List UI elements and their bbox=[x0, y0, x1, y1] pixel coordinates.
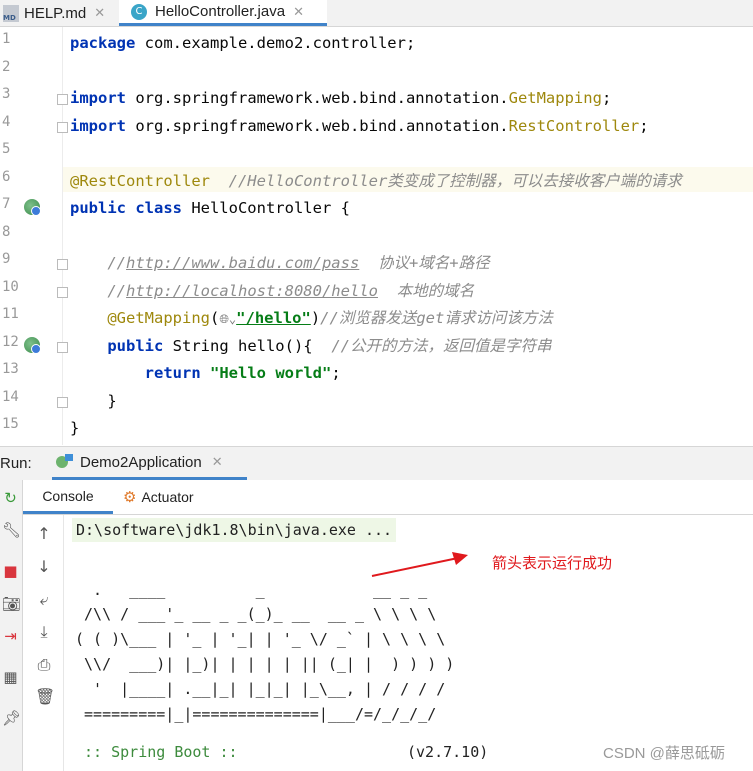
wrench-icon[interactable]: 🔧︎ bbox=[2, 522, 21, 539]
close-icon[interactable]: ✕ bbox=[293, 4, 304, 20]
globe-icon[interactable]: 🌐︎⌄ bbox=[219, 312, 236, 326]
banner-line: ( ( )\___ | '_ | '_| | '_ \/ _` | \ \ \ … bbox=[75, 630, 446, 648]
line-number: 6 bbox=[2, 169, 11, 185]
fold-icon[interactable] bbox=[57, 94, 68, 105]
editor-tab-bar: MD HELP.md ✕ C HelloController.java ✕ bbox=[0, 0, 753, 27]
tab-label: Console bbox=[42, 487, 94, 504]
scroll-to-end-icon[interactable]: ⤓ bbox=[35, 623, 53, 641]
line-number: 13 bbox=[2, 361, 19, 377]
red-arrow-annotation bbox=[371, 552, 468, 577]
run-label: Run: bbox=[0, 455, 32, 472]
banner-line: /\\ / ___'_ __ _ _(_)_ __ __ _ \ \ \ \ bbox=[75, 605, 437, 623]
code-line: import org.springframework.web.bind.anno… bbox=[70, 89, 612, 107]
line-number: 9 bbox=[2, 251, 11, 267]
spring-bean-gutter-icon[interactable] bbox=[24, 337, 41, 354]
command-line: D:\software\jdk1.8\bin\java.exe ... bbox=[72, 518, 397, 542]
fold-icon[interactable] bbox=[57, 259, 68, 270]
arrow-up-icon[interactable]: ↑ bbox=[35, 525, 53, 543]
code-line: //http://www.baidu.com/pass 协议+域名+路径 bbox=[70, 254, 490, 272]
code-line: } bbox=[70, 392, 117, 410]
arrow-down-icon[interactable]: ↓ bbox=[35, 558, 53, 576]
watermark: CSDN @薛思砥砺 bbox=[603, 745, 725, 762]
code-line: package com.example.demo2.controller; bbox=[70, 34, 416, 52]
line-number: 15 bbox=[2, 416, 19, 432]
run-config-tab[interactable]: Demo2Application ✕ bbox=[52, 447, 247, 480]
fold-icon[interactable] bbox=[57, 342, 68, 353]
line-number: 2 bbox=[2, 59, 11, 75]
code-line: @GetMapping(🌐︎⌄"/hello")//浏览器发送get请求访问该方… bbox=[70, 309, 553, 327]
soft-wrap-icon[interactable]: ⤶ bbox=[35, 591, 53, 609]
annotation-note: 箭头表示运行成功 bbox=[492, 555, 613, 572]
exit-icon[interactable]: ⇥ bbox=[2, 628, 19, 645]
spring-boot-icon bbox=[56, 454, 74, 470]
trash-icon[interactable]: 🗑︎ bbox=[35, 688, 55, 706]
code-line: @RestController //HelloController类变成了控制器… bbox=[70, 172, 682, 190]
tab-console[interactable]: Console bbox=[23, 480, 113, 514]
rerun-icon[interactable]: ↻ bbox=[2, 490, 19, 507]
close-icon[interactable]: ✕ bbox=[94, 5, 105, 21]
console-tab-bar: Console ⚙ Actuator bbox=[23, 480, 753, 515]
code-editor[interactable]: 1 2 3 4 5 6 7 8 9 10 11 12 13 14 15 pack… bbox=[0, 27, 753, 445]
line-number: 4 bbox=[2, 114, 11, 130]
run-toolstrip: ↻ 🔧︎ ■ 📷︎ ⇥ ▦ 📌︎ bbox=[0, 480, 23, 771]
banner-line: \\/ ___)| |_)| | | | | || (_| | ) ) ) ) bbox=[75, 655, 455, 673]
line-number: 8 bbox=[2, 224, 11, 240]
code-line: } bbox=[70, 419, 80, 437]
tab-label: HELP.md bbox=[24, 4, 87, 22]
spring-boot-version: (v2.7.10) bbox=[407, 743, 489, 761]
markdown-icon: MD bbox=[3, 4, 19, 22]
fold-icon[interactable] bbox=[57, 397, 68, 408]
fold-icon[interactable] bbox=[57, 287, 68, 298]
code-line: //http://localhost:8080/hello 本地的域名 bbox=[70, 282, 475, 300]
camera-icon[interactable]: 📷︎ bbox=[2, 596, 21, 613]
line-gutter: 1 2 3 4 5 6 7 8 9 10 11 12 13 14 15 bbox=[0, 27, 63, 445]
tab-label: HelloController.java bbox=[155, 3, 286, 20]
spring-boot-label: :: Spring Boot :: bbox=[75, 743, 238, 761]
code-line: import org.springframework.web.bind.anno… bbox=[70, 117, 649, 135]
code-line: public class HelloController { bbox=[70, 199, 350, 217]
spring-bean-gutter-icon[interactable] bbox=[24, 199, 41, 216]
banner-line: =========|_|==============|___/=/_/_/_/ bbox=[75, 705, 437, 723]
url-link[interactable]: http://www.baidu.com/pass bbox=[126, 254, 359, 272]
run-tool-window-header: Run: Demo2Application ✕ bbox=[0, 446, 753, 481]
tab-hello-controller[interactable]: C HelloController.java ✕ bbox=[119, 0, 327, 26]
class-icon: C bbox=[131, 3, 147, 20]
tab-actuator[interactable]: ⚙ Actuator bbox=[123, 480, 194, 514]
actuator-icon: ⚙ bbox=[123, 488, 137, 506]
console-toolbar: ↑ ↓ ⤶ ⤓ ⎙ 🗑︎ bbox=[23, 515, 64, 771]
line-number: 5 bbox=[2, 141, 11, 157]
line-number: 10 bbox=[2, 279, 19, 295]
fold-icon[interactable] bbox=[57, 122, 68, 133]
close-icon[interactable]: ✕ bbox=[212, 454, 223, 470]
url-link[interactable]: http://localhost:8080/hello bbox=[126, 282, 378, 300]
line-number: 3 bbox=[2, 86, 11, 102]
print-icon[interactable]: ⎙ bbox=[35, 656, 53, 674]
pin-icon[interactable]: 📌︎ bbox=[2, 710, 21, 727]
line-number: 12 bbox=[2, 334, 19, 350]
code-line: public String hello(){ //公开的方法，返回值是字符串 bbox=[70, 337, 552, 355]
layout-icon[interactable]: ▦ bbox=[2, 669, 19, 686]
code-line: return "Hello world"; bbox=[70, 364, 341, 382]
line-number: 1 bbox=[2, 31, 11, 47]
line-number: 14 bbox=[2, 389, 19, 405]
banner-line: . ____ _ __ _ _ bbox=[75, 581, 428, 599]
tab-label: Actuator bbox=[141, 489, 194, 505]
tab-help-md[interactable]: MD HELP.md ✕ bbox=[0, 0, 116, 26]
stop-icon[interactable]: ■ bbox=[2, 563, 19, 580]
run-config-label: Demo2Application bbox=[80, 453, 202, 471]
line-number: 7 bbox=[2, 196, 11, 212]
line-number: 11 bbox=[2, 306, 19, 322]
banner-line: ' |____| .__|_| |_|_| |_\__, | / / / / bbox=[75, 680, 446, 698]
